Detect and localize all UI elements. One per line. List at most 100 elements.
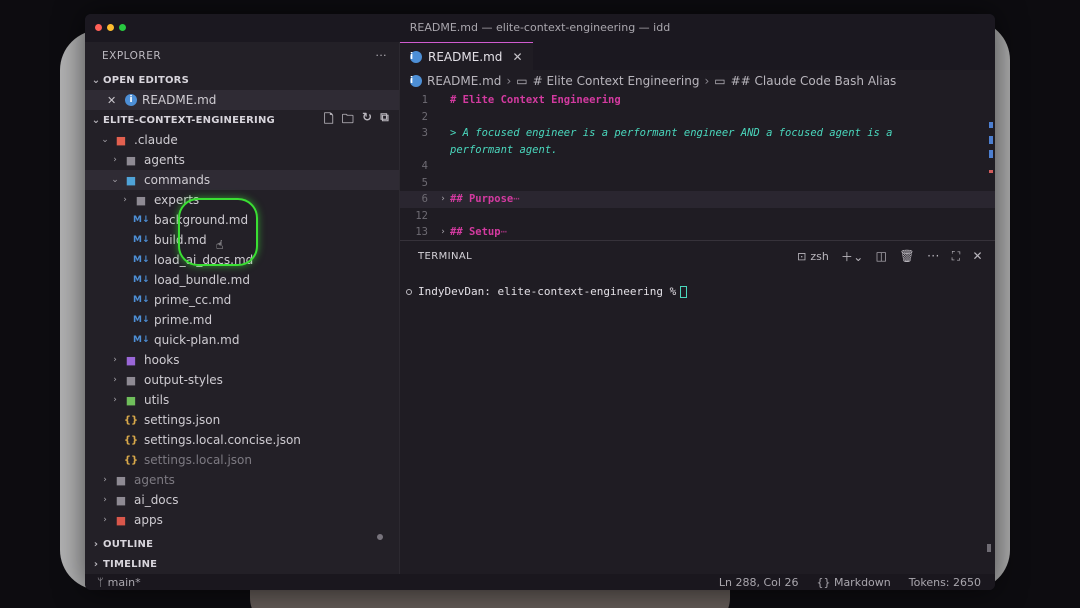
tree-folder[interactable]: › ■ utils (85, 390, 399, 410)
breadcrumb-item[interactable]: ## Claude Code Bash Alias (731, 74, 897, 88)
close-icon[interactable]: ✕ (107, 94, 119, 107)
close-tab-icon[interactable]: ✕ (512, 50, 522, 64)
tree-file[interactable]: M↓ load_ai_docs.md (85, 250, 399, 270)
fold-chevron-icon[interactable]: › (436, 194, 450, 204)
trash-icon[interactable]: 🗑 (899, 249, 915, 263)
maximize-panel-icon[interactable]: ⛶ (952, 249, 961, 264)
code-area[interactable]: 1 # Elite Context Engineering 2 3 > A focuse… (400, 92, 995, 241)
split-terminal-icon[interactable]: ◫ (876, 249, 888, 263)
open-editors-label: OPEN EDITORS (103, 74, 189, 86)
heading-symbol-icon: ▭ (714, 74, 726, 88)
tree-item-label: quick-plan.md (154, 333, 240, 347)
fold-chevron-icon[interactable]: › (436, 227, 450, 237)
tree-folder[interactable]: › ■ agents (85, 470, 399, 490)
tree-folder[interactable]: › ■ agents (85, 150, 399, 170)
tree-file[interactable]: M↓ background.md (85, 210, 399, 230)
tree-item-label: settings.local.json (144, 453, 252, 467)
terminal-panel: TERMINAL ⊡ zsh ＋⌄ ◫ 🗑 ··· ⛶ ✕ IndyDevDan… (400, 240, 995, 574)
tab-readme[interactable]: i README.md ✕ (400, 42, 533, 70)
tree-file[interactable]: M↓ quick-plan.md (85, 330, 399, 350)
refresh-icon[interactable]: ↻ (362, 110, 372, 131)
line-number: 4 (421, 160, 428, 173)
shell-selector[interactable]: ⊡ zsh (797, 250, 829, 263)
code-line[interactable]: 4 (400, 158, 995, 175)
tree-folder[interactable]: › ■ output-styles (85, 370, 399, 390)
code-line[interactable]: 12 (400, 208, 995, 225)
maximize-window-button[interactable] (119, 24, 126, 31)
new-folder-icon[interactable]: 🗀 (342, 110, 354, 131)
tree-file[interactable]: {} settings.local.concise.json (85, 430, 399, 450)
markdown-icon: M↓ (133, 215, 150, 225)
open-editor-item[interactable]: ✕ i README.md (85, 90, 399, 110)
line-number: 5 (421, 176, 428, 189)
tree-folder[interactable]: › ■ ai_docs (85, 490, 399, 510)
editor-pane: i README.md ✕ i README.md › ▭ # Elite Co… (400, 42, 995, 240)
tree-folder[interactable]: › ■ experts (85, 190, 399, 210)
branch-indicator[interactable]: ᛘ main* (85, 576, 141, 589)
new-file-icon[interactable]: 🗋 (324, 110, 334, 131)
code-line[interactable]: 13 › ## Setup ⋯ (400, 224, 995, 241)
tree-folder[interactable]: ⌄ ■ commands (85, 170, 399, 190)
breadcrumb-item[interactable]: README.md (427, 74, 501, 88)
code-line[interactable]: performant agent. (400, 142, 995, 159)
line-number: 12 (415, 209, 428, 222)
collapse-all-icon[interactable]: ⧉ (380, 110, 389, 131)
tree-file[interactable]: {} settings.local.json (85, 450, 399, 470)
tree-file[interactable]: M↓ build.md (85, 230, 399, 250)
explorer-sidebar: EXPLORER ··· ⌄ OPEN EDITORS ✕ i README.m… (85, 42, 400, 574)
timeline-section[interactable]: › TIMELINE (85, 554, 399, 574)
line-number: 6 (421, 193, 428, 206)
code-line[interactable]: 5 (400, 175, 995, 192)
file-tree: ⌄ ■ .claude › ■ agents ⌄ ■ commands › ■ experts M↓ ba… (85, 130, 399, 530)
breadcrumb-item[interactable]: # Elite Context Engineering (533, 74, 700, 88)
project-section[interactable]: ⌄ ELITE-CONTEXT-ENGINEERING 🗋 🗀 ↻ ⧉ (85, 110, 399, 130)
minimize-window-button[interactable] (107, 24, 114, 31)
close-window-button[interactable] (95, 24, 102, 31)
status-bar: ᛘ main* Ln 288, Col 26 {} Markdown Token… (85, 574, 995, 590)
close-icon[interactable]: ✕ (973, 249, 983, 263)
language-mode[interactable]: {} Markdown (816, 576, 890, 589)
prompt-status-icon (406, 288, 412, 295)
explorer-actions: 🗋 🗀 ↻ ⧉ (324, 110, 399, 131)
minimap-mark (989, 122, 993, 128)
chevron-right-icon: › (103, 475, 107, 485)
chevron-right-icon: › (113, 375, 117, 385)
chevron-right-icon: › (103, 495, 107, 505)
chevron-right-icon: › (103, 515, 107, 525)
braces-icon: {} (816, 575, 831, 589)
tree-item-label: utils (144, 393, 170, 407)
tree-file[interactable]: M↓ prime.md (85, 310, 399, 330)
tree-file[interactable]: M↓ prime_cc.md (85, 290, 399, 310)
folded-ellipsis-icon[interactable]: ⋯ (501, 226, 507, 238)
tree-folder[interactable]: ⌄ ■ .claude (85, 130, 399, 150)
more-actions-icon[interactable]: ··· (375, 50, 387, 62)
terminal-icon: ⊡ (797, 249, 807, 263)
json-icon: {} (123, 434, 139, 446)
code-line[interactable]: 2 (400, 109, 995, 126)
chevron-right-icon: › (113, 395, 117, 405)
code-line[interactable]: 3 > A focused engineer is a performant en… (400, 125, 995, 142)
tree-file[interactable]: {} settings.json (85, 410, 399, 430)
markdown-icon: M↓ (133, 235, 150, 245)
tree-item-label: agents (134, 473, 175, 487)
code-line[interactable]: 1 # Elite Context Engineering (400, 92, 995, 109)
scrollbar[interactable] (987, 544, 991, 552)
markdown-icon: M↓ (133, 275, 150, 285)
folded-ellipsis-icon[interactable]: ⋯ (513, 193, 519, 205)
code-text: performant agent. (450, 143, 558, 156)
outline-section[interactable]: › OUTLINE (85, 534, 399, 554)
open-editors-section[interactable]: ⌄ OPEN EDITORS (85, 70, 399, 90)
terminal-output[interactable]: IndyDevDan: elite-context-engineering % (400, 271, 995, 298)
markdown-icon: M↓ (133, 255, 150, 265)
new-terminal-icon[interactable]: ＋⌄ (841, 248, 864, 265)
tree-folder[interactable]: › ■ hooks (85, 350, 399, 370)
tree-file[interactable]: M↓ load_bundle.md (85, 270, 399, 290)
minimap[interactable] (987, 92, 993, 192)
folder-icon: ■ (125, 373, 137, 387)
tree-folder[interactable]: › ■ apps (85, 510, 399, 530)
terminal-tab[interactable]: TERMINAL (418, 251, 472, 262)
code-line[interactable]: 6 › ## Purpose ⋯ (400, 191, 995, 208)
outline-label: OUTLINE (103, 538, 154, 550)
more-actions-icon[interactable]: ··· (927, 249, 940, 263)
cursor-position[interactable]: Ln 288, Col 26 (719, 576, 799, 589)
